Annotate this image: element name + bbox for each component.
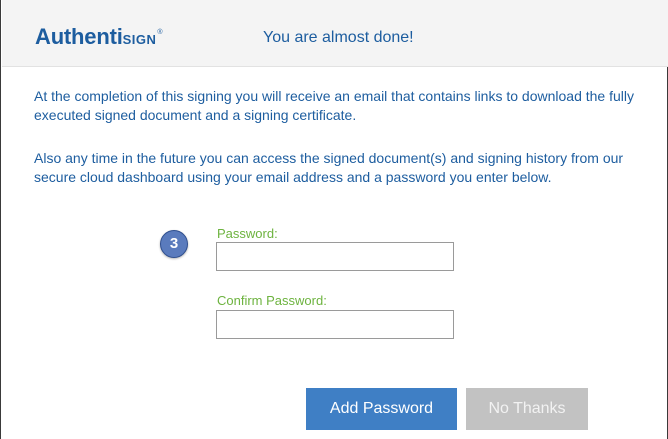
- add-password-button[interactable]: Add Password: [306, 388, 457, 430]
- dialog-title: You are almost done!: [263, 29, 414, 46]
- step-number-badge: 3: [160, 230, 188, 258]
- logo-text-small: SIGN: [122, 32, 157, 47]
- no-thanks-button[interactable]: No Thanks: [466, 388, 588, 430]
- confirm-password-label: Confirm Password:: [217, 293, 327, 308]
- password-dialog: AuthentiSIGN® You are almost done! At th…: [0, 0, 668, 439]
- logo-text-main: Authenti: [35, 24, 123, 49]
- dashboard-info-text: Also any time in the future you can acce…: [34, 150, 624, 185]
- authentisign-logo: AuthentiSIGN®: [35, 24, 163, 50]
- confirm-password-input[interactable]: [216, 310, 454, 339]
- password-input[interactable]: [216, 242, 454, 271]
- logo-registered-mark: ®: [157, 29, 163, 36]
- password-label: Password:: [217, 226, 278, 241]
- completion-info-text: At the completion of this signing you wi…: [34, 88, 634, 123]
- dialog-header: AuthentiSIGN® You are almost done!: [2, 0, 668, 67]
